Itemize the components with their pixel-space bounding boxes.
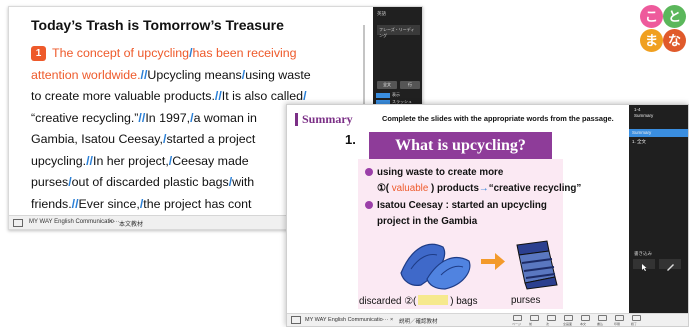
answer-1[interactable]: valuable [389,183,431,194]
passage-text: a woman in [193,110,257,125]
phrase-slash: // [214,89,222,103]
bullet-line-2: Isatou Ceesay : started an upcycling [365,200,547,211]
passage-line: attention worldwide.//Upcycling means/us… [31,65,373,87]
section-label: 1-4 [634,107,641,112]
logo-char-na: な [663,29,686,52]
close-icon[interactable]: × [109,219,113,225]
full-text-button[interactable]: 全文 [377,81,397,89]
toolbar-button-label: ページ [512,322,521,326]
purses-icon [516,240,558,290]
passage-title: Today’s Trash is Tomorrow’s Treasure [31,17,284,33]
passage-text: the project has cont [143,196,252,211]
discarded-line: discarded ②() bags [359,295,478,307]
instruction-text: Complete the slides with the appropriate… [382,114,614,123]
taskbar-doc-title[interactable]: 説明／確認教材 [399,317,438,325]
nav-item-full-text[interactable]: 1. 全文 [629,138,688,146]
toolbar-button-icon[interactable] [547,315,556,321]
passage-text: It is also called [221,89,304,103]
toolbar-button-icon[interactable] [615,315,624,321]
highlighted-text: attention worldwide. [31,67,141,82]
display-checkbox[interactable] [376,93,390,98]
taskbar-app-title[interactable]: MY WAY English Communicatio··· [29,219,120,225]
passage-text: friends. [31,196,72,211]
phrase-slash: // [71,196,79,211]
line-button[interactable]: 行 [400,81,420,89]
logo-char-ko: こ [640,5,663,28]
arrow-right-icon [481,253,505,270]
passage-text: using waste [245,67,311,82]
highlighted-text: has been receiving [192,46,297,60]
passage-text: with [232,175,255,189]
pointer-tool-button[interactable] [633,259,655,271]
toolbar-button-label: 次 [546,322,550,326]
passage-text: out of discarded plastic bags [71,175,229,189]
toolbar-button-icon[interactable] [598,315,607,321]
slide-number: 1. [345,132,356,147]
passage-text: Ever since, [78,196,140,211]
toolbar-button-label: 終了 [631,322,638,326]
passage-text: In her project, [93,153,169,168]
summary-slide: Summary Complete the slides with the app… [287,105,629,315]
passage-text: upcycling. [31,153,87,168]
passage-text: started a project [166,132,256,146]
toolbar-button-label: 本文 [580,322,587,326]
passage-text: Ceesay made [172,153,249,168]
passage-text: Gambia, Isatou Ceesay, [31,132,164,146]
highlighted-text: The concept of upcycling [52,46,190,60]
arrow-icon: → [478,183,489,194]
taskbar-app-title[interactable]: MY WAY English Communicatio··· [305,317,388,323]
passage-line: 1 The concept of upcycling/has been recei… [31,43,373,65]
passage-text: “creative recycling.” [31,110,139,125]
bullet-icon [365,167,373,176]
summary-accent-bar [295,113,298,126]
toolbar-button-icon[interactable] [530,315,539,321]
close-icon[interactable]: × [390,317,393,323]
toolbar-button-icon[interactable] [581,315,590,321]
paragraph-number-badge: 1 [31,46,46,61]
project-line: project in the Gambia [377,216,478,227]
window-icon[interactable] [291,316,301,324]
passage-text: Upcycling means [147,67,242,82]
purses-label: purses [511,295,541,306]
tools-heading: 英語 [377,11,386,16]
kotomana-logo: こ と ま な [640,2,686,56]
answer-line-1: ①( valuable ) products→“creative recycli… [377,183,582,194]
summary-title: Summary [302,112,353,126]
toolbar-button-label: 全画面 [563,322,573,326]
toolbar-button-label: 書込 [597,322,604,326]
writing-tool-label: 書き込み [634,251,652,256]
passage-text: to create more valuable products. [31,89,215,103]
bags-to-purses-illustration [400,240,558,290]
passage-text: purses [31,175,69,189]
section-subtitle: Summary [634,113,654,118]
taskbar: MY WAY English Communicatio··· × 説明／確認教材… [287,313,688,326]
toolbar-button-icon[interactable] [564,315,573,321]
nav-item-summary[interactable]: Summary [629,129,688,137]
taskbar-doc-title[interactable]: 本文教材 [119,219,143,228]
bullet-line-1: using waste to create more [365,167,503,178]
summary-tools-panel: 1-4 Summary Summary 1. 全文 書き込み [629,105,688,315]
mode-select[interactable]: フレーズ・リーディング [377,25,420,38]
display-label: 表示 [392,92,400,97]
logo-char-ma: ま [640,29,663,52]
slide-banner: What is upcycling? [369,132,552,159]
bullet-icon [365,200,373,209]
toolbar-button-icon[interactable] [632,315,641,321]
pen-tool-button[interactable] [659,259,681,271]
window-icon[interactable] [13,219,23,227]
toolbar-button-icon[interactable] [513,315,522,321]
toolbar-button-label: 前 [529,322,533,326]
answer-2-blank[interactable] [418,295,449,305]
logo-char-to: と [663,5,686,28]
passage-text: In 1997, [145,110,191,125]
summary-window: Summary Complete the slides with the app… [286,104,689,327]
phrase-slash: / [303,89,307,103]
phrase-slash: // [86,153,93,168]
toolbar-button-label: 印刷 [614,322,621,326]
plastic-bags-icon [400,243,471,290]
